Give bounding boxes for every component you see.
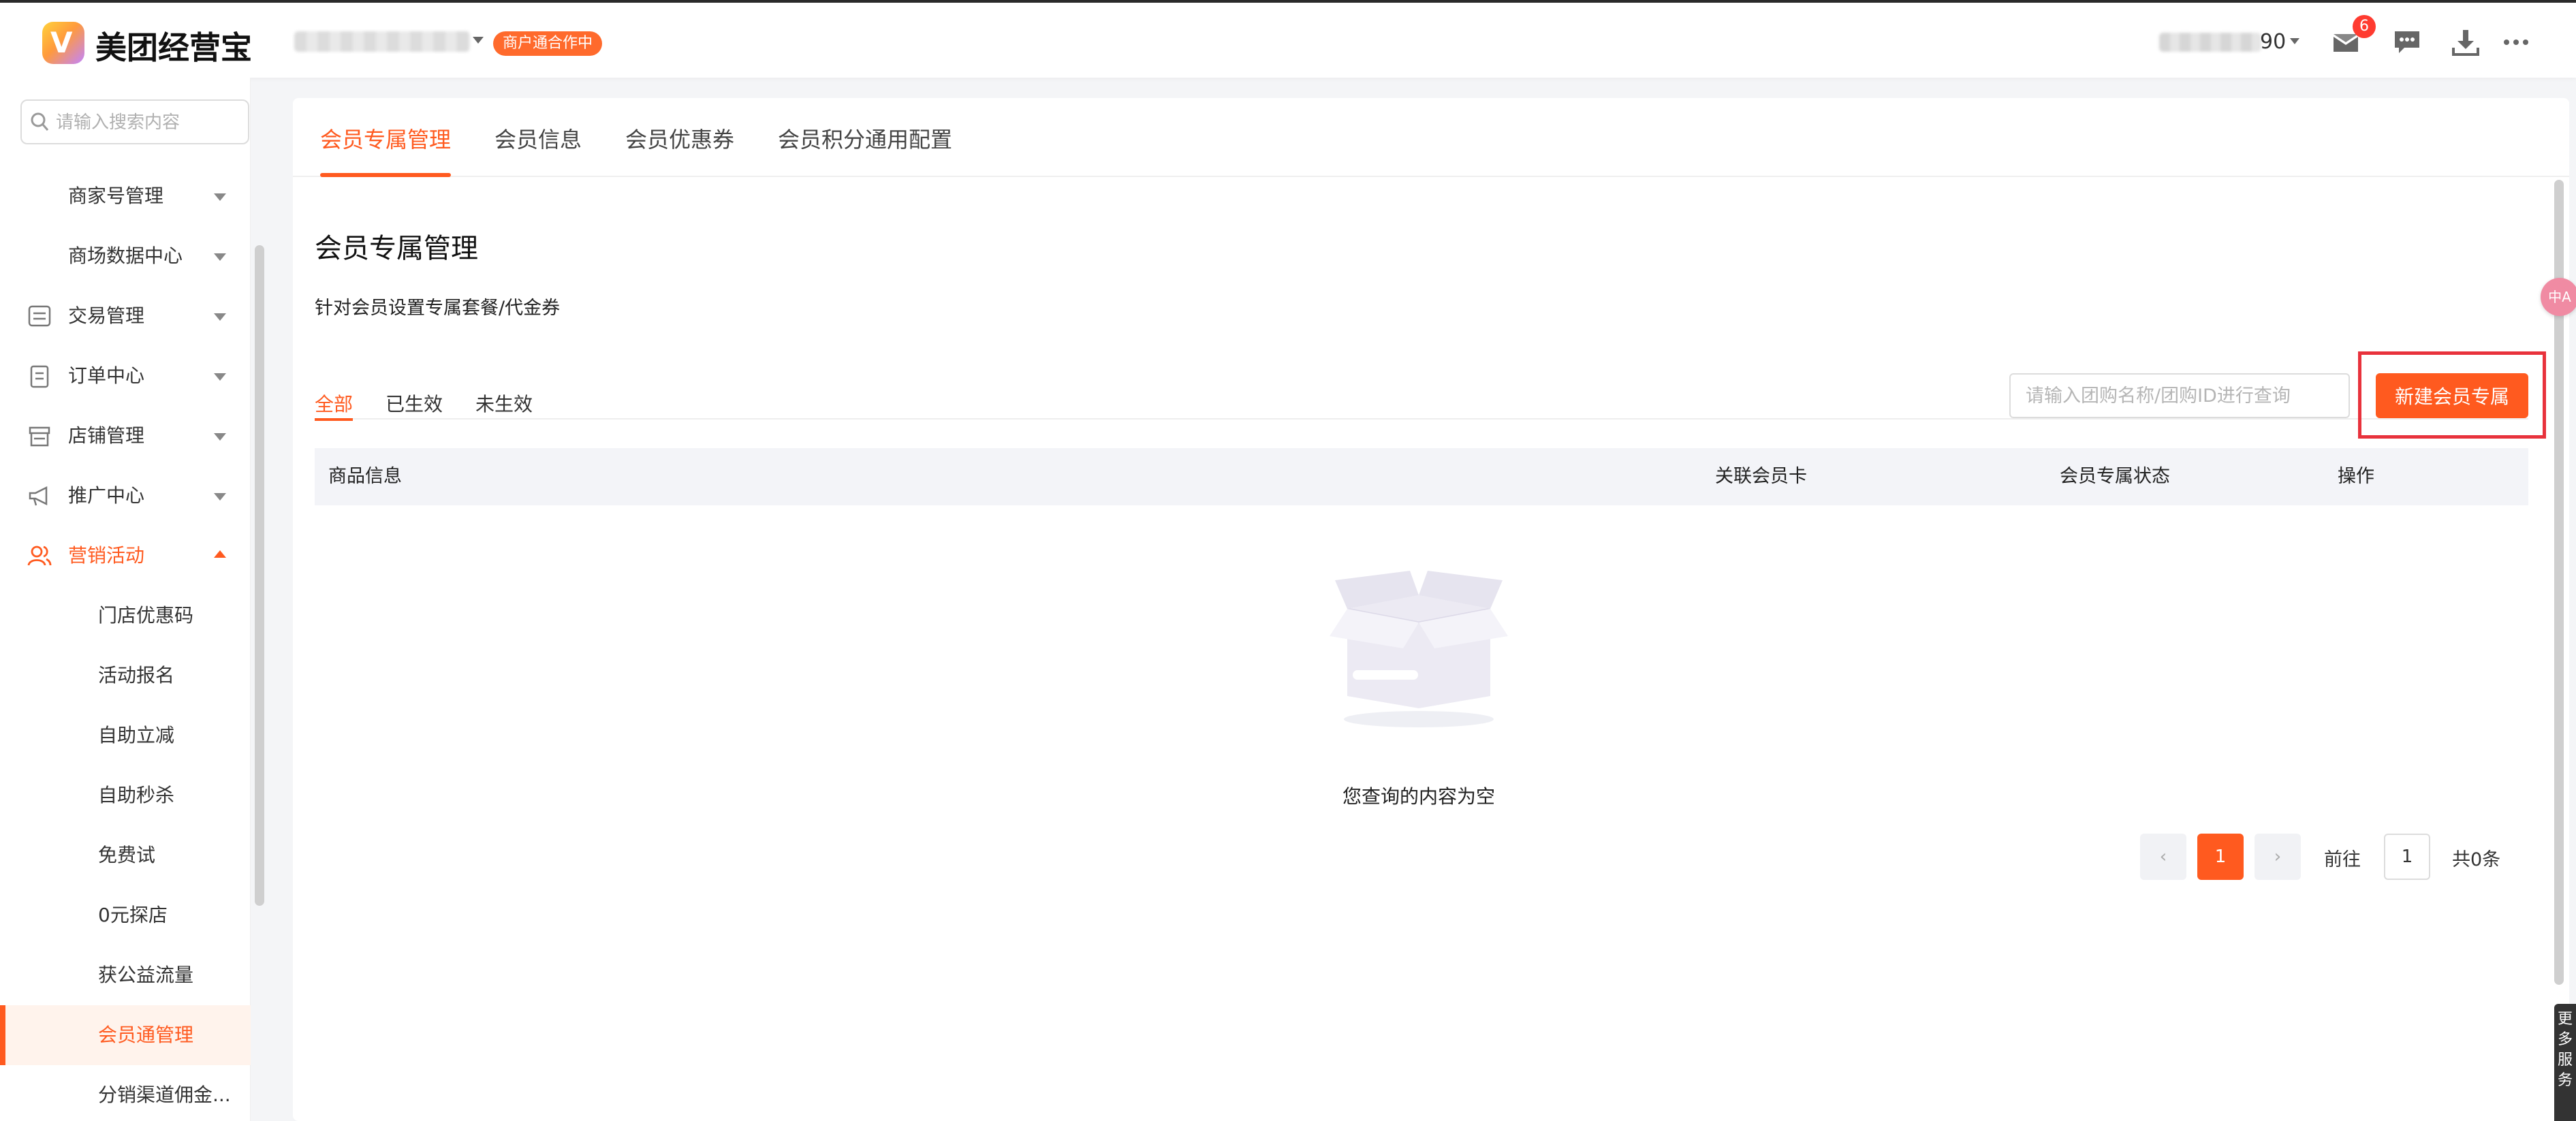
store-icon <box>29 426 50 447</box>
empty-box-icon <box>1330 571 1508 727</box>
more-services-tab[interactable]: 更多服务 <box>2554 1004 2576 1121</box>
user-account-redacted[interactable] <box>2159 33 2261 52</box>
sidebar-item-member-management[interactable]: 会员通管理 <box>0 1005 251 1065</box>
column-exclusive-status: 会员专属状态 <box>2060 466 2170 487</box>
sidebar-item-zero-yuan-visit[interactable]: 0元探店 <box>0 885 251 945</box>
megaphone-icon <box>29 486 48 506</box>
sliders-icon <box>28 305 51 327</box>
sidebar-item-distribution-commission[interactable]: 分销渠道佣金... <box>0 1065 251 1121</box>
page-title: 会员专属管理 <box>315 233 478 264</box>
filter-inactive[interactable]: 未生效 <box>475 390 533 420</box>
top-tabs: 会员专属管理 会员信息 会员优惠券 会员积分通用配置 <box>293 98 2569 177</box>
sidebar-item-label: 营销活动 <box>68 544 145 567</box>
sidebar-scrollbar[interactable] <box>255 245 264 906</box>
sidebar: 商家号管理 商场数据中心 交易管理 订单中心 店铺管理 推广中心 <box>0 78 251 1121</box>
column-actions: 操作 <box>2338 466 2374 487</box>
chevron-up-icon <box>214 550 226 558</box>
sidebar-item-charity-traffic[interactable]: 获公益流量 <box>0 945 251 1005</box>
sidebar-item-self-flash-sale[interactable]: 自助秒杀 <box>0 765 251 825</box>
sidebar-item-label: 活动报名 <box>98 664 175 686</box>
sidebar-item-transactions[interactable]: 交易管理 <box>0 286 251 346</box>
sidebar-item-event-signup[interactable]: 活动报名 <box>0 646 251 706</box>
account-dropdown-chevron-icon[interactable] <box>2290 38 2299 44</box>
chevron-down-icon <box>214 433 226 441</box>
translate-icon[interactable]: 中A <box>2541 278 2576 316</box>
sidebar-item-label: 推广中心 <box>68 484 145 507</box>
sidebar-item-label: 店铺管理 <box>68 424 145 447</box>
chevron-down-icon <box>214 373 226 381</box>
filter-active[interactable]: 已生效 <box>386 390 443 420</box>
sidebar-item-label: 0元探店 <box>98 904 168 926</box>
pagination-page-current[interactable]: 1 <box>2197 834 2244 880</box>
meituan-logo-icon[interactable]: V <box>42 22 84 64</box>
sidebar-item-label: 分销渠道佣金... <box>98 1084 231 1106</box>
pagination-goto-label: 前往 <box>2324 849 2361 870</box>
sidebar-item-label: 商场数据中心 <box>68 244 183 267</box>
sidebar-search[interactable] <box>20 99 249 144</box>
user-account-suffix[interactable]: 90 <box>2260 30 2286 54</box>
pagination-next-icon[interactable]: › <box>2255 834 2301 880</box>
chat-icon[interactable] <box>2392 27 2422 57</box>
store-dropdown-chevron-icon[interactable] <box>473 37 484 44</box>
chevron-down-icon <box>214 493 226 501</box>
sidebar-item-label: 订单中心 <box>68 364 145 387</box>
sidebar-item-label: 获公益流量 <box>98 964 194 986</box>
sidebar-item-label: 门店优惠码 <box>98 604 194 627</box>
filter-all[interactable]: 全部 <box>315 390 354 421</box>
sidebar-item-label: 自助立减 <box>98 724 175 746</box>
pagination-prev-icon[interactable]: ‹ <box>2140 834 2186 880</box>
empty-state-text: 您查询的内容为空 <box>1342 785 1495 808</box>
chevron-down-icon <box>214 193 226 201</box>
column-linked-card: 关联会员卡 <box>1715 466 1807 487</box>
sidebar-item-label: 商家号管理 <box>68 185 164 207</box>
more-options-icon[interactable] <box>2501 27 2531 57</box>
pagination-goto-input[interactable] <box>2384 834 2430 880</box>
tab-member-exclusive[interactable]: 会员专属管理 <box>320 123 452 177</box>
sidebar-search-input[interactable] <box>54 108 242 138</box>
sidebar-menu: 商家号管理 商场数据中心 交易管理 订单中心 店铺管理 推广中心 营销活动 门店… <box>0 166 251 1121</box>
sidebar-item-marketing[interactable]: 营销活动 <box>0 526 251 586</box>
sidebar-item-store-coupon-code[interactable]: 门店优惠码 <box>0 586 251 646</box>
sidebar-item-merchant-account[interactable]: 商家号管理 <box>0 166 251 226</box>
chevron-down-icon <box>214 313 226 321</box>
sidebar-item-orders[interactable]: 订单中心 <box>0 346 251 406</box>
tab-points-config[interactable]: 会员积分通用配置 <box>778 123 952 177</box>
app-title[interactable]: 美团经营宝 <box>95 23 252 68</box>
clipboard-icon <box>30 365 49 388</box>
sidebar-item-label: 交易管理 <box>68 304 145 327</box>
sidebar-item-store[interactable]: 店铺管理 <box>0 406 251 466</box>
group-buy-search-input[interactable] <box>2009 373 2350 418</box>
page-subtitle: 针对会员设置专属套餐/代金券 <box>315 298 561 319</box>
download-icon[interactable] <box>2451 27 2481 57</box>
chevron-down-icon <box>214 253 226 261</box>
top-header: V 美团经营宝 商户通合作中 90 6 <box>0 0 2576 78</box>
search-icon <box>31 112 49 131</box>
notification-count-badge: 6 <box>2353 15 2376 38</box>
sidebar-item-self-discount[interactable]: 自助立减 <box>0 706 251 765</box>
table-header: 商品信息 关联会员卡 会员专属状态 操作 <box>315 448 2528 505</box>
sidebar-item-label: 自助秒杀 <box>98 784 175 806</box>
logo-glyph: V <box>50 26 73 59</box>
status-badge: 商户通合作中 <box>493 31 603 56</box>
sidebar-item-promotion[interactable]: 推广中心 <box>0 466 251 526</box>
column-product-info: 商品信息 <box>328 466 402 487</box>
pagination-total: 共0条 <box>2452 849 2501 870</box>
sidebar-item-label: 免费试 <box>98 844 156 866</box>
sidebar-item-label: 会员通管理 <box>98 1024 194 1046</box>
tab-member-coupons[interactable]: 会员优惠券 <box>625 123 734 177</box>
tab-member-info[interactable]: 会员信息 <box>494 123 582 177</box>
store-name-redacted[interactable] <box>294 31 470 52</box>
create-member-exclusive-button[interactable]: 新建会员专属 <box>2376 373 2528 418</box>
users-icon <box>27 546 52 566</box>
sidebar-item-mall-data[interactable]: 商场数据中心 <box>0 226 251 286</box>
main-content: 会员专属管理 会员信息 会员优惠券 会员积分通用配置 会员专属管理 针对会员设置… <box>293 98 2569 1121</box>
sidebar-item-free-trial[interactable]: 免费试 <box>0 825 251 885</box>
